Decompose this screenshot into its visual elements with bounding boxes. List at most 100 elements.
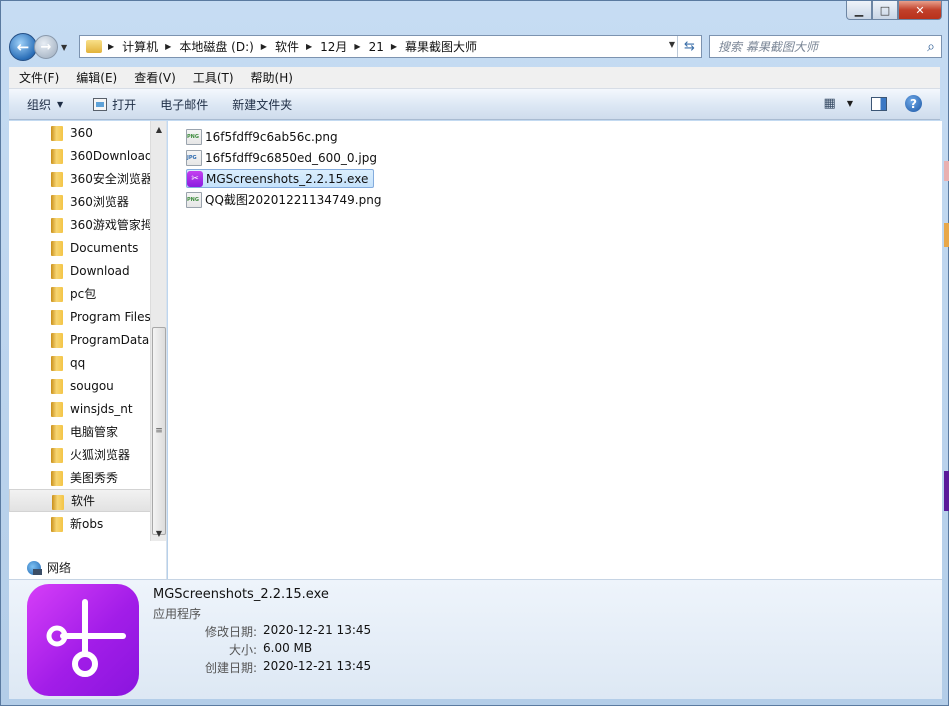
app-exe-icon: ✂ xyxy=(187,170,203,187)
tree-item[interactable]: Download xyxy=(9,259,151,282)
file-item[interactable]: 16f5fdff9c6ab56c.png xyxy=(186,127,343,146)
tree-item[interactable]: winsjds_nt xyxy=(9,397,151,420)
chevron-down-icon: ▼ xyxy=(57,99,64,109)
tree-item[interactable]: 美图秀秀 xyxy=(9,466,151,489)
change-view-button[interactable]: ▦ ▼ xyxy=(824,96,853,111)
size-label: 大小: xyxy=(228,643,257,657)
tree-item-label: qq xyxy=(70,355,86,370)
tree-item[interactable]: 360浏览器 xyxy=(9,190,151,213)
breadcrumb-arrow-icon[interactable]: ▶ xyxy=(354,42,360,51)
file-item-selected[interactable]: ✂ MGScreenshots_2.2.15.exe xyxy=(186,169,375,188)
tree-item[interactable]: Program Files xyxy=(9,305,151,328)
organize-label: 组织 xyxy=(27,97,52,112)
maximize-button[interactable]: □ xyxy=(872,1,898,20)
address-bar[interactable]: ▶ 计算机 ▶ 本地磁盘 (D:) ▶ 软件 ▶ 12月 ▶ 21 ▶ 幕果截图大师 ▼ … xyxy=(79,35,702,58)
folder-icon xyxy=(51,310,63,325)
email-button[interactable]: 电子邮件 xyxy=(150,96,222,113)
scroll-down-icon[interactable]: ▼ xyxy=(151,525,166,541)
file-name: 16f5fdff9c6850ed_600_0.jpg xyxy=(205,150,377,165)
tree-item[interactable]: 火狐浏览器 xyxy=(9,443,151,466)
address-dropdown-icon[interactable]: ▼ xyxy=(669,40,675,49)
tree-item-label: 美图秀秀 xyxy=(70,471,119,485)
search-icon[interactable]: ⌕ xyxy=(921,39,941,55)
folder-icon xyxy=(51,356,63,371)
tree-item[interactable]: 360安全浏览器 xyxy=(9,167,153,190)
tree-item-label: 360游戏管家拇 xyxy=(70,218,153,232)
breadcrumb-arrow-icon[interactable]: ▶ xyxy=(261,42,267,51)
file-item[interactable]: QQ截图20201221134749.png xyxy=(186,190,386,209)
views-icon: ▦ xyxy=(823,96,837,111)
preview-pane-icon[interactable] xyxy=(871,96,887,111)
created-value: 2020-12-21 13:45 xyxy=(263,659,372,673)
tree-item[interactable]: 新obs xyxy=(9,512,151,535)
size-value: 6.00 MB xyxy=(263,641,313,655)
address-row: ← → ▼ ▶ 计算机 ▶ 本地磁盘 (D:) ▶ 软件 ▶ 12月 ▶ 21 ▶ 幕果截… xyxy=(9,33,942,61)
nav-scrollbar[interactable]: ▲ ≡ ▼ xyxy=(150,121,166,541)
tree-item-label: 软件 xyxy=(71,494,96,508)
close-button[interactable]: ✕ xyxy=(898,1,942,20)
forward-button[interactable]: → xyxy=(34,35,58,59)
open-icon xyxy=(93,97,108,111)
breadcrumb-december[interactable]: 12月 ▶ xyxy=(320,38,368,55)
organize-button[interactable]: 组织 ▼ xyxy=(9,96,77,113)
file-name: QQ截图20201221134749.png xyxy=(205,193,382,207)
open-button[interactable]: 打开 xyxy=(77,96,150,113)
tree-item-label: sougou xyxy=(70,378,114,393)
new-folder-button[interactable]: 新建文件夹 xyxy=(222,96,306,113)
scrollbar-thumb[interactable]: ≡ xyxy=(152,327,166,535)
tree-item[interactable]: sougou xyxy=(9,374,151,397)
recent-pages-chevron-icon[interactable]: ▼ xyxy=(61,43,67,52)
app-large-icon xyxy=(27,584,139,696)
tree-item[interactable]: Documents xyxy=(9,236,151,259)
tree-item[interactable]: ProgramData xyxy=(9,328,151,351)
breadcrumb-software[interactable]: 软件 ▶ xyxy=(275,38,320,55)
menu-help[interactable]: 帮助(H) xyxy=(241,69,300,86)
scroll-up-icon[interactable]: ▲ xyxy=(151,121,166,137)
navigation-pane: 360 360Download 360安全浏览器 360浏览器 360游戏管家拇… xyxy=(9,121,167,579)
menu-file[interactable]: 文件(F) xyxy=(9,69,66,86)
tree-item[interactable]: qq xyxy=(9,351,151,374)
tree-item-label: ProgramData xyxy=(70,332,150,347)
breadcrumb-disk-d[interactable]: 本地磁盘 (D:) ▶ xyxy=(179,38,275,55)
refresh-icon[interactable]: ⇆ xyxy=(677,36,701,57)
details-modified-row: 修改日期: 2020-12-21 13:45 xyxy=(153,623,403,640)
menu-edit[interactable]: 编辑(E) xyxy=(66,69,124,86)
folder-icon xyxy=(51,287,63,302)
details-file-name: MGScreenshots_2.2.15.exe xyxy=(153,587,329,602)
menu-view[interactable]: 查看(V) xyxy=(124,69,183,86)
help-icon[interactable]: ? xyxy=(905,95,922,112)
tree-item[interactable]: 电脑管家 xyxy=(9,420,151,443)
folder-icon xyxy=(51,264,63,279)
breadcrumb-computer[interactable]: 计算机 ▶ xyxy=(122,38,179,55)
details-created-row: 创建日期: 2020-12-21 13:45 xyxy=(153,659,403,676)
menu-tools[interactable]: 工具(T) xyxy=(183,69,241,86)
search-box[interactable]: ⌕ xyxy=(709,35,942,58)
tree-item[interactable]: 360游戏管家拇 xyxy=(9,213,153,236)
tree-item[interactable]: pc包 xyxy=(9,282,151,305)
tree-item-label: 火狐浏览器 xyxy=(70,448,131,462)
tree-item-network[interactable]: 网络 xyxy=(27,559,71,576)
file-name: 16f5fdff9c6ab56c.png xyxy=(205,129,338,144)
tree-item[interactable]: 360 xyxy=(9,121,151,144)
folder-icon xyxy=(51,471,63,486)
modified-value: 2020-12-21 13:45 xyxy=(263,623,372,637)
tree-item-label: 360Download xyxy=(70,148,153,163)
file-item[interactable]: 16f5fdff9c6850ed_600_0.jpg xyxy=(186,148,382,167)
breadcrumb-arrow-icon[interactable]: ▶ xyxy=(391,42,397,51)
tree-item[interactable]: 360Download xyxy=(9,144,153,167)
breadcrumb-arrow-icon[interactable]: ▶ xyxy=(306,42,312,51)
tree-item-label: 360浏览器 xyxy=(70,195,129,209)
breadcrumb-21[interactable]: 21 ▶ xyxy=(369,40,405,54)
scissors-icon xyxy=(46,599,126,677)
file-list: 16f5fdff9c6ab56c.png 16f5fdff9c6850ed_60… xyxy=(168,121,942,579)
tree-item-selected[interactable]: 软件 xyxy=(9,489,151,512)
minimize-button[interactable]: ▁ xyxy=(846,1,872,20)
breadcrumb-arrow-icon[interactable]: ▶ xyxy=(165,42,171,51)
details-pane: MGScreenshots_2.2.15.exe 应用程序 修改日期: 2020… xyxy=(9,579,942,699)
search-input[interactable] xyxy=(710,39,921,54)
folder-icon xyxy=(51,172,63,187)
folder-icon xyxy=(51,517,63,532)
breadcrumb-current-folder[interactable]: 幕果截图大师 xyxy=(405,38,477,55)
back-button[interactable]: ← xyxy=(9,33,37,61)
breadcrumb-arrow-icon[interactable]: ▶ xyxy=(108,42,114,51)
